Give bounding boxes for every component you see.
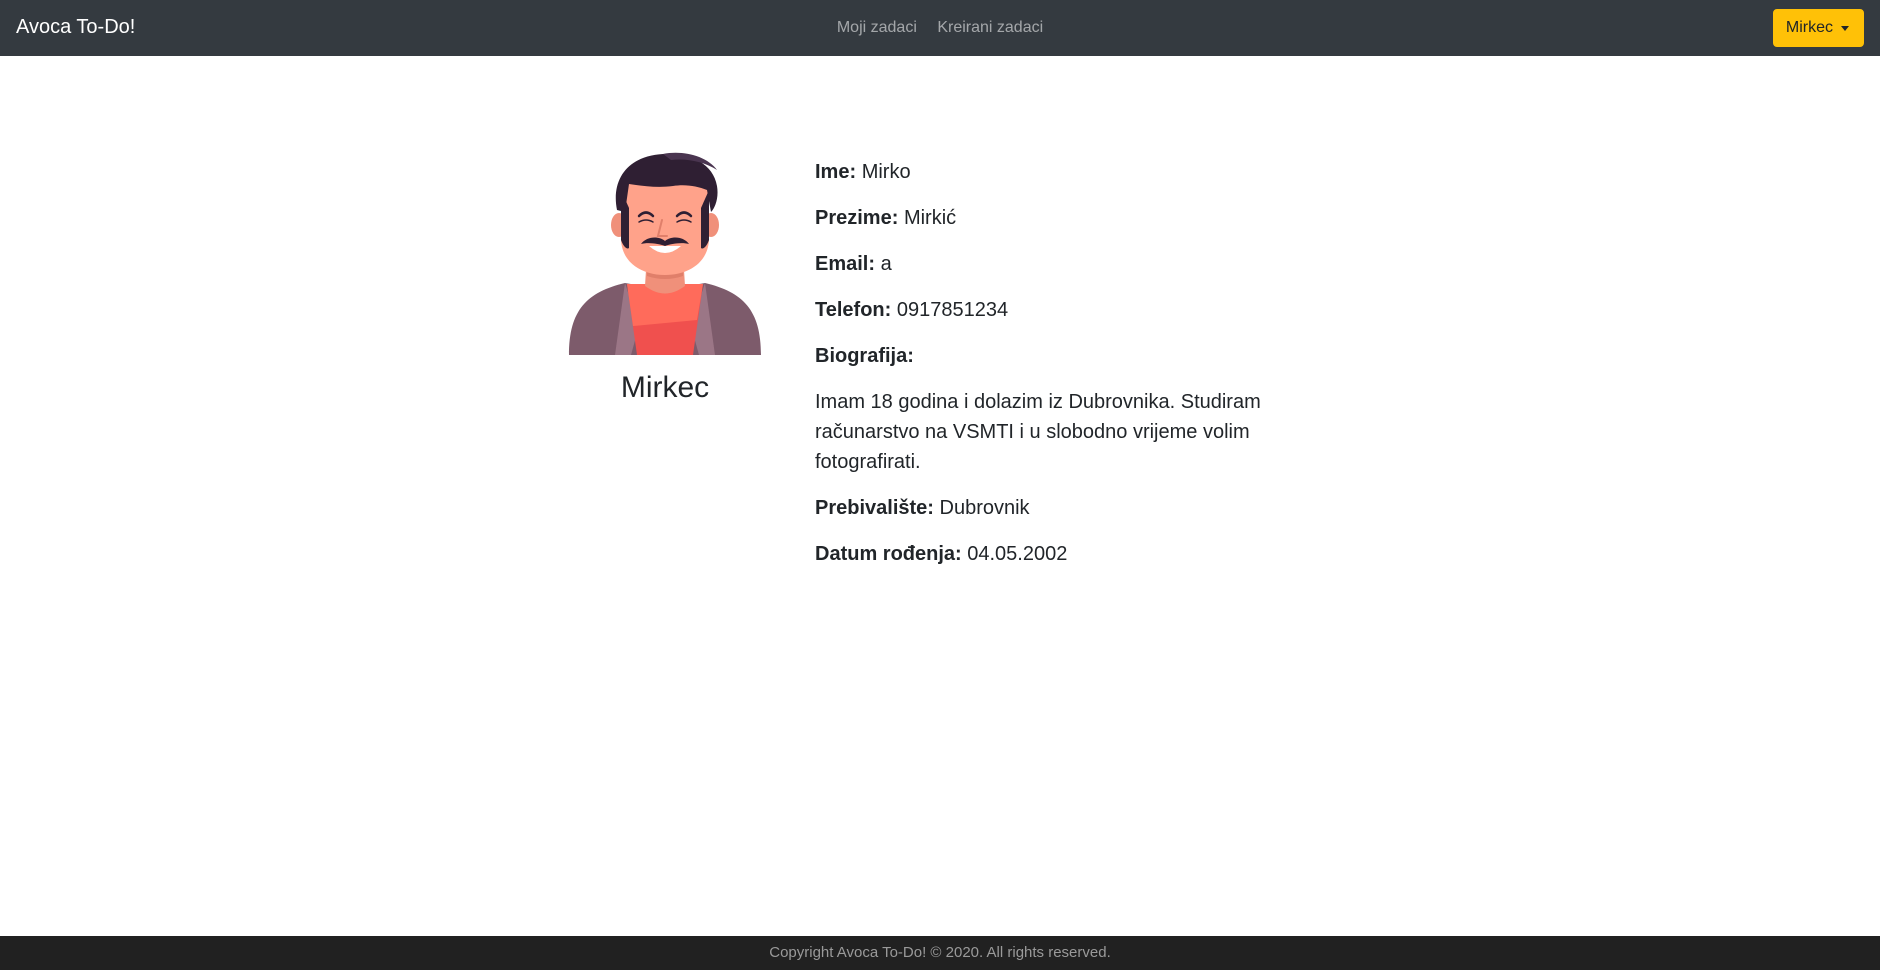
field-telefon-value: 0917851234 xyxy=(896,299,1009,321)
field-prezime-label: Prezime: xyxy=(815,207,899,229)
profile-username: Mirkec xyxy=(620,371,710,404)
field-biografija: Biografija: xyxy=(815,341,1295,371)
field-telefon-label: Telefon: xyxy=(815,299,892,321)
caret-down-icon xyxy=(1841,25,1849,31)
field-prezime-value: Mirkić xyxy=(903,207,957,229)
footer-copyright: Copyright Avoca To-Do! © 2020. All right… xyxy=(769,944,1111,961)
field-prebivaliste-value: Dubrovnik xyxy=(939,497,1030,519)
field-biografija-value: Imam 18 godina i dolazim iz Dubrovnika. … xyxy=(815,391,1261,473)
nav-link-moji-zadaci[interactable]: Moji zadaci xyxy=(837,19,917,36)
field-prebivaliste-label: Prebivalište: xyxy=(815,497,934,519)
field-ime-value: Mirko xyxy=(861,161,911,183)
field-email-value: a xyxy=(880,253,892,275)
nav-links: Moji zadaci Kreirani zadaci xyxy=(0,17,1880,39)
field-telefon: Telefon: 0917851234 xyxy=(815,295,1295,325)
nav-link-kreirani-zadaci[interactable]: Kreirani zadaci xyxy=(937,19,1043,36)
user-dropdown-button[interactable]: Mirkec xyxy=(1772,9,1864,47)
profile-details: Ime: Mirko Prezime: Mirkić Email: a Tele… xyxy=(815,157,1295,585)
field-ime-label: Ime: xyxy=(815,161,857,183)
field-datum-label: Datum rođenja: xyxy=(815,543,962,565)
field-email: Email: a xyxy=(815,249,1295,279)
field-biografija-label: Biografija: xyxy=(815,345,914,367)
field-ime: Ime: Mirko xyxy=(815,157,1295,187)
field-datum-rodenja: Datum rođenja: 04.05.2002 xyxy=(815,539,1295,569)
footer: Copyright Avoca To-Do! © 2020. All right… xyxy=(0,936,1880,970)
field-email-label: Email: xyxy=(815,253,876,275)
user-dropdown-label: Mirkec xyxy=(1785,19,1833,36)
field-datum-value: 04.05.2002 xyxy=(967,543,1068,565)
man-avatar-icon xyxy=(569,152,761,355)
field-prezime: Prezime: Mirkić xyxy=(815,203,1295,233)
navbar: Avoca To-Do! Moji zadaci Kreirani zadaci… xyxy=(0,0,1880,56)
field-prebivaliste: Prebivalište: Dubrovnik xyxy=(815,493,1295,523)
